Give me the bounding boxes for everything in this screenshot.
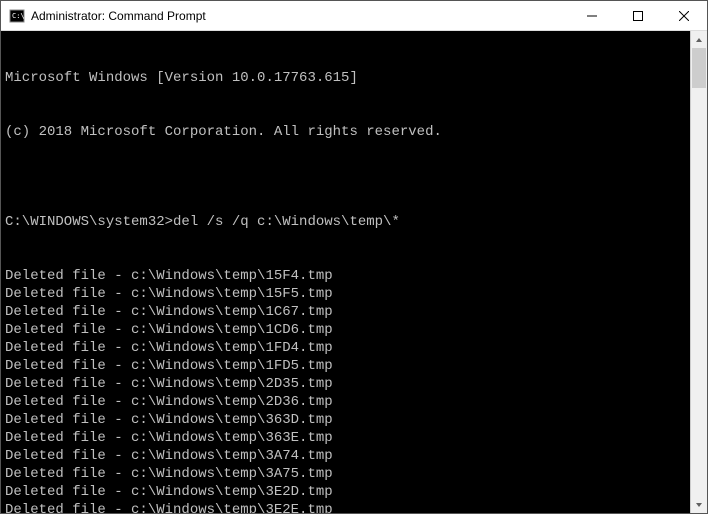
terminal-line: Deleted file - c:\Windows\temp\3E2E.tmp: [5, 501, 686, 513]
terminal-line: Deleted file - c:\Windows\temp\2D35.tmp: [5, 375, 686, 393]
svg-text:C:\: C:\: [12, 12, 25, 20]
terminal-line: Deleted file - c:\Windows\temp\1FD4.tmp: [5, 339, 686, 357]
maximize-button[interactable]: [615, 1, 661, 30]
scroll-down-button[interactable]: [691, 496, 707, 513]
output-block: Deleted file - c:\Windows\temp\15F4.tmpD…: [5, 267, 686, 513]
terminal-line: Deleted file - c:\Windows\temp\1C67.tmp: [5, 303, 686, 321]
close-button[interactable]: [661, 1, 707, 30]
window-titlebar[interactable]: C:\ Administrator: Command Prompt: [1, 1, 707, 31]
terminal-line: Deleted file - c:\Windows\temp\1CD6.tmp: [5, 321, 686, 339]
terminal-line: Deleted file - c:\Windows\temp\3A75.tmp: [5, 465, 686, 483]
terminal-line: Deleted file - c:\Windows\temp\1FD5.tmp: [5, 357, 686, 375]
vertical-scrollbar[interactable]: [690, 31, 707, 513]
scroll-up-button[interactable]: [691, 31, 707, 48]
window-controls: [569, 1, 707, 30]
window-title: Administrator: Command Prompt: [31, 9, 569, 23]
terminal-line: (c) 2018 Microsoft Corporation. All righ…: [5, 123, 686, 141]
terminal-line: Deleted file - c:\Windows\temp\363E.tmp: [5, 429, 686, 447]
command-line: C:\WINDOWS\system32>del /s /q c:\Windows…: [5, 213, 686, 231]
cmd-icon: C:\: [9, 8, 25, 24]
minimize-button[interactable]: [569, 1, 615, 30]
terminal-container: Microsoft Windows [Version 10.0.17763.61…: [1, 31, 707, 513]
scroll-track[interactable]: [691, 48, 707, 496]
terminal-line: Deleted file - c:\Windows\temp\15F4.tmp: [5, 267, 686, 285]
terminal-line: Deleted file - c:\Windows\temp\2D36.tmp: [5, 393, 686, 411]
terminal-line: Deleted file - c:\Windows\temp\363D.tmp: [5, 411, 686, 429]
terminal-line: Deleted file - c:\Windows\temp\3E2D.tmp: [5, 483, 686, 501]
terminal-line: Microsoft Windows [Version 10.0.17763.61…: [5, 69, 686, 87]
terminal-line: Deleted file - c:\Windows\temp\3A74.tmp: [5, 447, 686, 465]
terminal-line: Deleted file - c:\Windows\temp\15F5.tmp: [5, 285, 686, 303]
terminal-output[interactable]: Microsoft Windows [Version 10.0.17763.61…: [1, 31, 690, 513]
scroll-thumb[interactable]: [692, 48, 706, 88]
